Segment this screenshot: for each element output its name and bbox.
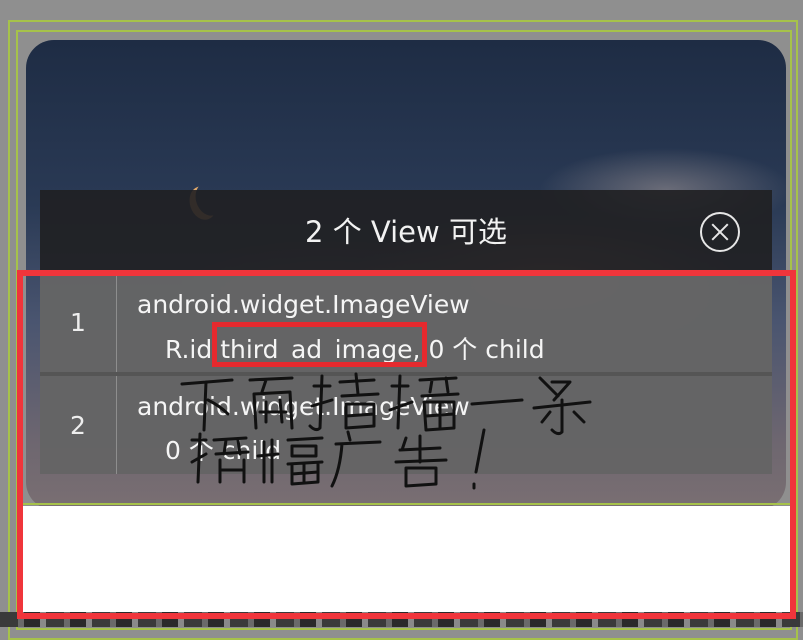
handwritten-annotation <box>180 372 592 490</box>
highlight-box-id <box>212 322 427 367</box>
dialog-title: 2 个 View 可选 <box>305 215 507 249</box>
dialog-header: 2 个 View 可选 <box>40 190 772 272</box>
close-icon[interactable] <box>700 212 740 252</box>
